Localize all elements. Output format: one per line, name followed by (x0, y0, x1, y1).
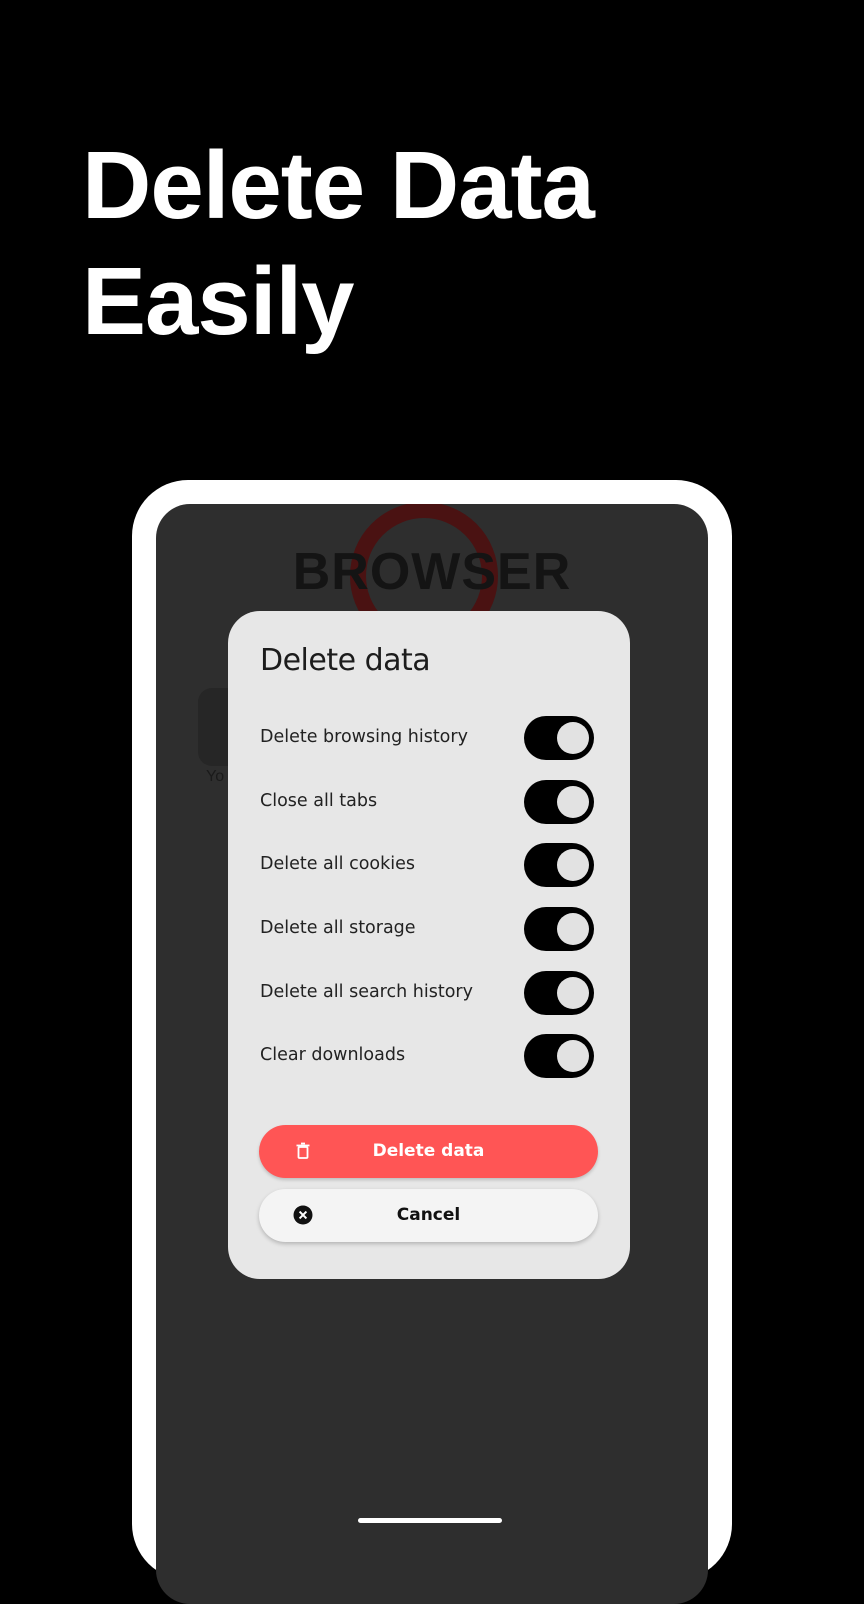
headline: Delete Data Easily (82, 128, 595, 360)
toggle-knob (557, 913, 589, 945)
option-clear-downloads: Clear downloads (260, 1034, 594, 1078)
cancel-button-label: Cancel (396, 1205, 461, 1225)
delete-all-search-history-toggle[interactable] (524, 971, 594, 1015)
home-indicator[interactable] (358, 1518, 502, 1523)
clear-downloads-toggle[interactable] (524, 1034, 594, 1078)
option-label: Clear downloads (260, 1045, 406, 1065)
dialog-title: Delete data (260, 643, 431, 678)
delete-browsing-history-toggle[interactable] (524, 716, 594, 760)
shortcut-label: Yo (206, 768, 225, 785)
delete-data-dialog: Delete data Delete browsing history Clos… (228, 611, 630, 1279)
toggle-knob (557, 849, 589, 881)
headline-line-1: Delete Data (82, 132, 595, 239)
option-label: Delete all cookies (260, 854, 415, 874)
delete-data-button-label: Delete data (372, 1141, 485, 1161)
toggle-knob (557, 786, 589, 818)
option-label: Delete all storage (260, 918, 416, 938)
browser-logo-text: BROWSER (292, 543, 572, 601)
headline-line-2: Easily (82, 248, 355, 355)
option-close-all-tabs: Close all tabs (260, 780, 594, 824)
toggle-knob (557, 977, 589, 1009)
option-label: Delete browsing history (260, 727, 468, 747)
option-label: Close all tabs (260, 791, 378, 811)
delete-data-button[interactable]: Delete data (259, 1125, 598, 1178)
cancel-button[interactable]: Cancel (259, 1189, 598, 1242)
option-delete-all-search-history: Delete all search history (260, 971, 594, 1015)
option-delete-all-cookies: Delete all cookies (260, 843, 594, 887)
delete-all-cookies-toggle[interactable] (524, 843, 594, 887)
toggle-knob (557, 722, 589, 754)
delete-all-storage-toggle[interactable] (524, 907, 594, 951)
option-label: Delete all search history (260, 982, 473, 1002)
option-delete-browsing-history: Delete browsing history (260, 716, 594, 760)
toggle-knob (557, 1040, 589, 1072)
option-delete-all-storage: Delete all storage (260, 907, 594, 951)
close-all-tabs-toggle[interactable] (524, 780, 594, 824)
